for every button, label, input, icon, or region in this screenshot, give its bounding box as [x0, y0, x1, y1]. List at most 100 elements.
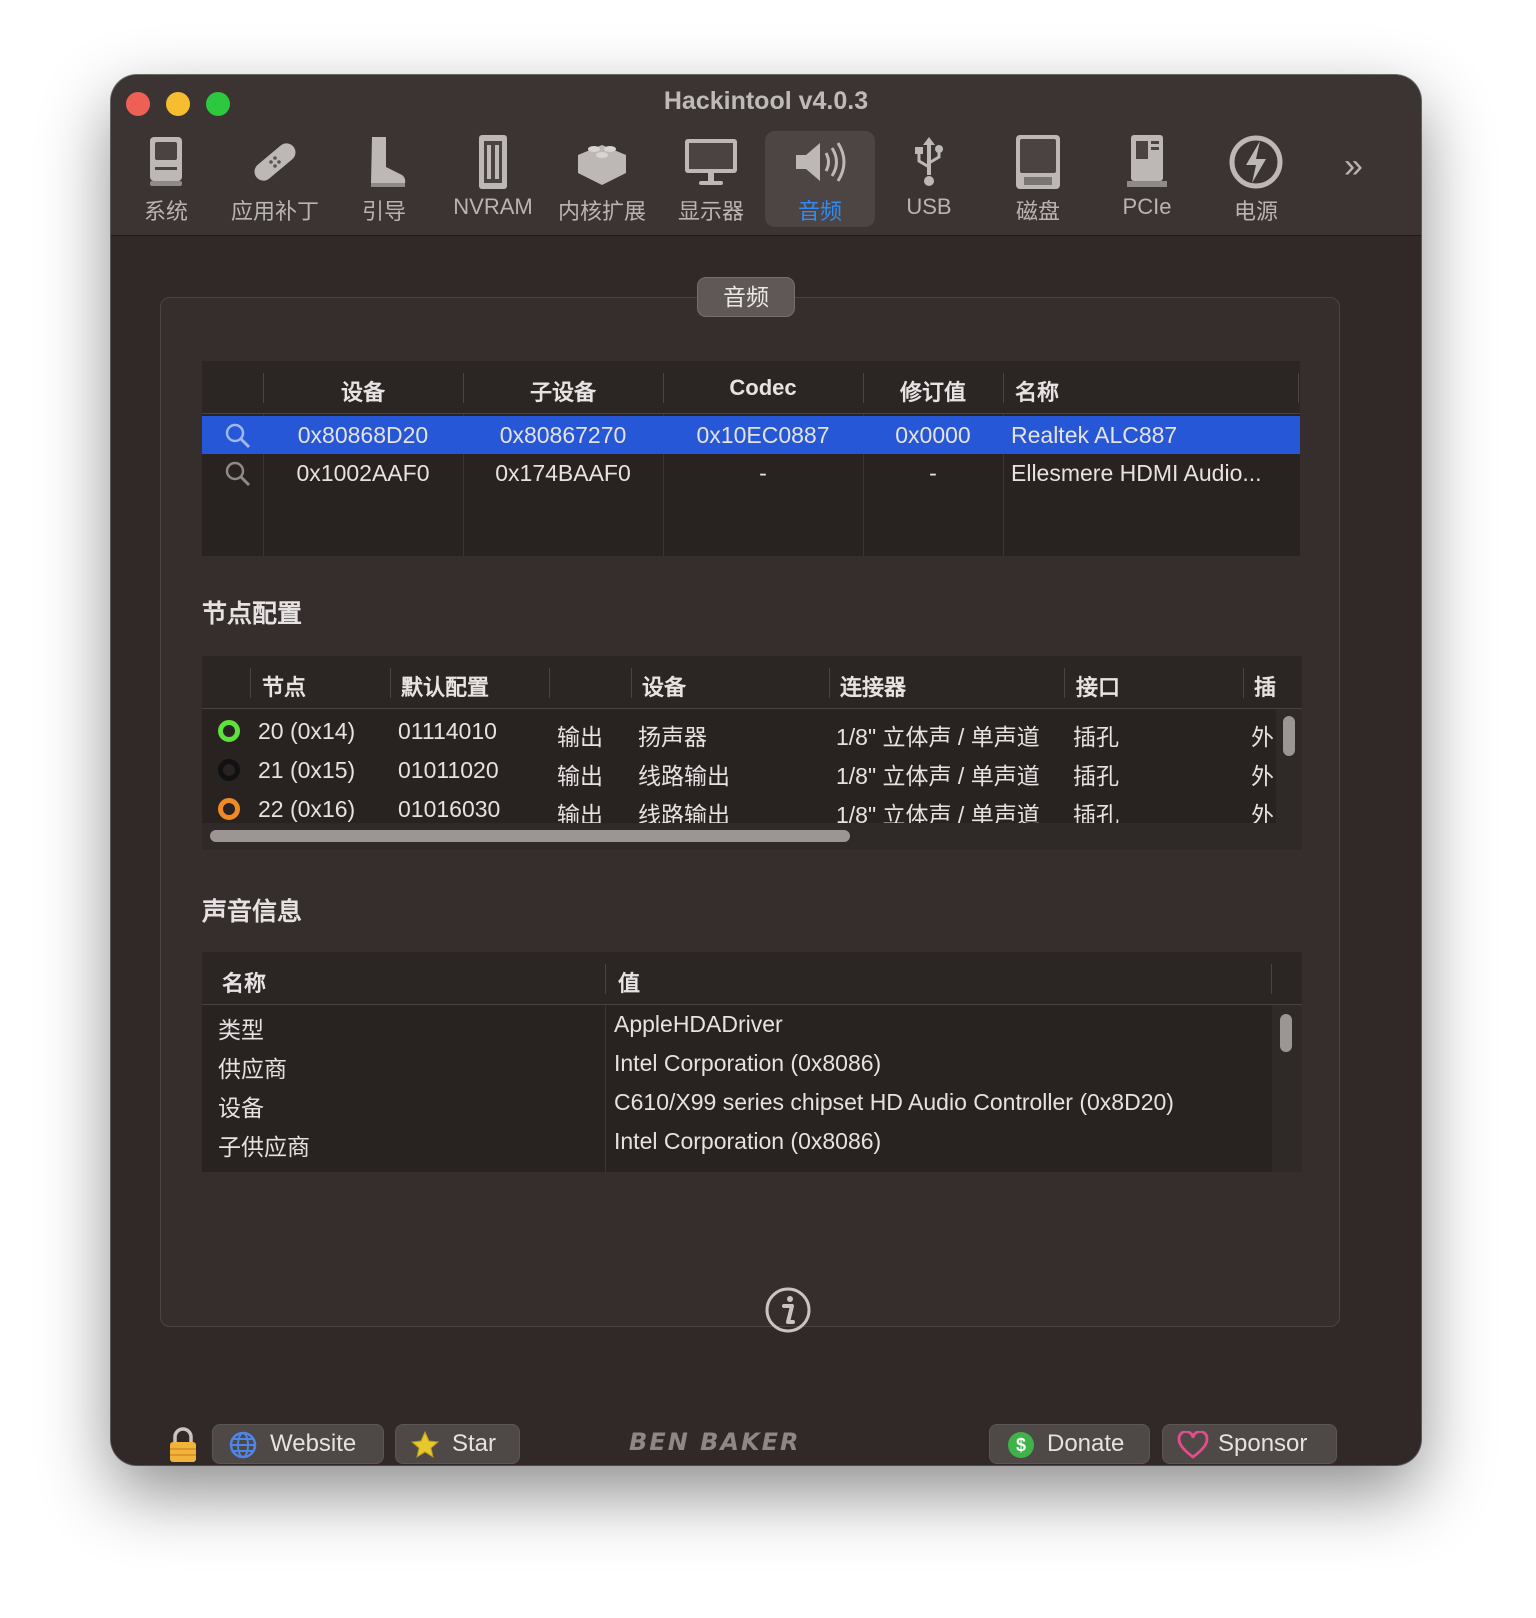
cell-config: 01016030: [398, 796, 501, 822]
donate-label: Donate: [1047, 1430, 1125, 1457]
nodes-vertical-scroll-thumb[interactable]: [1283, 716, 1295, 756]
cell-port: 插孔: [1073, 802, 1119, 823]
column-header-subdevice[interactable]: 子设备: [463, 375, 663, 407]
table-row[interactable]: 22 (0x16) 01016030 输出 线路输出 1/8" 立体声 / 单声…: [202, 790, 1302, 823]
node-status-dot-icon: [218, 798, 240, 820]
column-header-connector[interactable]: 连接器: [840, 670, 906, 702]
display-icon: [685, 139, 737, 185]
cell-info-name: 供应商: [218, 1056, 287, 1082]
ben-baker-logo: BEN BAKER: [629, 1428, 801, 1456]
cell-name: Ellesmere HDMI Audio...: [1011, 460, 1262, 486]
toolbar-label: USB: [906, 194, 952, 219]
speaker-icon: [796, 142, 846, 182]
toolbar-label: 音频: [797, 199, 842, 224]
pcie-icon: [1127, 135, 1167, 187]
audio-info-table[interactable]: 名称 值 类型 AppleHDADriver 供应商 Intel Corpora…: [202, 952, 1302, 1172]
website-label: Website: [270, 1430, 357, 1457]
cell-node: 22 (0x16): [258, 796, 356, 822]
disk-icon: [1016, 135, 1060, 189]
svg-text:$: $: [1016, 1435, 1026, 1455]
table-row[interactable]: 设备 C610/X99 series chipset HD Audio Cont…: [202, 1083, 1272, 1122]
column-header-info-name[interactable]: 名称: [222, 966, 266, 998]
column-header-location[interactable]: 插: [1254, 670, 1276, 702]
search-icon[interactable]: [224, 460, 252, 488]
boot-icon: [371, 137, 406, 187]
table-row-selected[interactable]: 0x80868D20 0x80867270 0x10EC0887 0x0000 …: [202, 416, 1300, 454]
column-header-node[interactable]: 节点: [262, 670, 306, 702]
star-button[interactable]: Star: [395, 1424, 520, 1464]
toolbar-item-patch[interactable]: 应用补丁: [220, 131, 330, 227]
toolbar-item-system[interactable]: 系统: [111, 131, 221, 227]
cell-connector: 1/8" 立体声 / 单声道: [836, 763, 1040, 789]
patch-icon: [254, 143, 296, 181]
cell-info-value: Intel Corporation (0x8086): [614, 1128, 882, 1154]
nodes-table[interactable]: 节点 默认配置 设备 连接器 接口 插 20 (0x14) 01114010 输…: [202, 656, 1302, 850]
toolbar-label: 磁盘: [1015, 199, 1060, 224]
audio-info-vertical-scroll-thumb[interactable]: [1280, 1014, 1292, 1052]
cell-subdevice: 0x174BAAF0: [495, 460, 631, 486]
table-row[interactable]: 子供应商 Intel Corporation (0x8086): [202, 1122, 1272, 1161]
cell-revision: 0x0000: [895, 422, 971, 448]
node-status-dot-icon: [218, 720, 240, 742]
sponsor-button[interactable]: Sponsor: [1162, 1424, 1337, 1464]
website-button[interactable]: Website: [212, 1424, 384, 1464]
toolbar-more-chevron-icon[interactable]: »: [1344, 147, 1384, 187]
heart-icon: [1177, 1431, 1209, 1459]
column-header-name[interactable]: 名称: [1015, 375, 1059, 407]
cell-direction: 输出: [557, 763, 603, 789]
cell-subdevice: 0x80867270: [499, 422, 627, 448]
devices-table-header: 设备 子设备 Codec 修订值 名称: [202, 361, 1300, 414]
cell-info-value: Intel Corporation (0x8086): [614, 1050, 882, 1076]
table-row[interactable]: 0x1002AAF0 0x174BAAF0 - - Ellesmere HDMI…: [202, 454, 1300, 492]
cell-config: 01011020: [398, 757, 499, 783]
toolbar-item-display[interactable]: 显示器: [656, 131, 766, 227]
toolbar-item-usb[interactable]: USB: [874, 131, 984, 227]
cell-node-device: 扬声器: [638, 724, 707, 750]
table-row[interactable]: 20 (0x14) 01114010 输出 扬声器 1/8" 立体声 / 单声道…: [202, 712, 1302, 751]
cell-node: 21 (0x15): [258, 757, 356, 783]
toolbar-label: PCIe: [1122, 194, 1172, 219]
table-row[interactable]: 21 (0x15) 01011020 输出 线路输出 1/8" 立体声 / 单声…: [202, 751, 1302, 790]
sponsor-label: Sponsor: [1218, 1430, 1308, 1457]
cell-info-value: C610/X99 series chipset HD Audio Control…: [614, 1089, 1174, 1115]
info-icon[interactable]: [764, 1286, 812, 1334]
cell-info-value: AppleHDADriver: [614, 1011, 783, 1037]
search-icon[interactable]: [224, 422, 252, 450]
toolbar-label: 引导: [361, 199, 406, 224]
toolbar-item-disk[interactable]: 磁盘: [983, 131, 1093, 227]
cell-revision: -: [929, 460, 937, 486]
cell-location: 外: [1251, 763, 1274, 789]
toolbar-item-audio[interactable]: 音频: [765, 131, 875, 227]
content-area: 设备 子设备 Codec 修订值 名称 0x80868D20 0x8086727…: [111, 236, 1421, 1465]
nodes-table-header: 节点 默认配置 设备 连接器 接口 插: [202, 656, 1302, 709]
column-header-default-config[interactable]: 默认配置: [401, 670, 489, 702]
cell-connector: 1/8" 立体声 / 单声道: [836, 724, 1040, 750]
table-row[interactable]: 类型 AppleHDADriver: [202, 1005, 1272, 1044]
column-header-info-value[interactable]: 值: [618, 966, 640, 998]
star-label: Star: [452, 1430, 497, 1457]
lock-icon[interactable]: [166, 1426, 200, 1464]
toolbar-item-pcie[interactable]: PCIe: [1092, 131, 1202, 227]
toolbar-item-boot[interactable]: 引导: [329, 131, 439, 227]
section-title-audio-info: 声音信息: [202, 898, 303, 926]
cell-info-name: 类型: [218, 1017, 264, 1043]
toolbar-item-nvram[interactable]: NVRAM: [438, 131, 548, 227]
column-header-port[interactable]: 接口: [1076, 670, 1120, 702]
app-window: Hackintool v4.0.3 系统 应用补丁 引导 NVRAM 内核扩展 …: [111, 75, 1421, 1465]
devices-table[interactable]: 设备 子设备 Codec 修订值 名称 0x80868D20 0x8086727…: [202, 361, 1300, 556]
nodes-horizontal-scroll-thumb[interactable]: [210, 830, 850, 842]
toolbar-item-kext[interactable]: 内核扩展: [547, 131, 657, 227]
column-header-device[interactable]: 设备: [263, 375, 463, 407]
column-header-codec[interactable]: Codec: [663, 375, 863, 401]
table-row[interactable]: 供应商 Intel Corporation (0x8086): [202, 1044, 1272, 1083]
cell-direction: 输出: [557, 802, 603, 823]
cell-connector: 1/8" 立体声 / 单声道: [836, 802, 1040, 823]
column-header-node-device[interactable]: 设备: [642, 670, 686, 702]
toolbar-label: 系统: [143, 199, 188, 224]
column-header-revision[interactable]: 修订值: [863, 375, 1003, 407]
toolbar-item-power[interactable]: 电源: [1201, 131, 1311, 227]
toolbar-label: 应用补丁: [230, 199, 319, 224]
section-title-nodes: 节点配置: [202, 600, 303, 628]
tab-audio-segment[interactable]: 音频: [697, 277, 795, 317]
donate-button[interactable]: $ Donate: [989, 1424, 1150, 1464]
